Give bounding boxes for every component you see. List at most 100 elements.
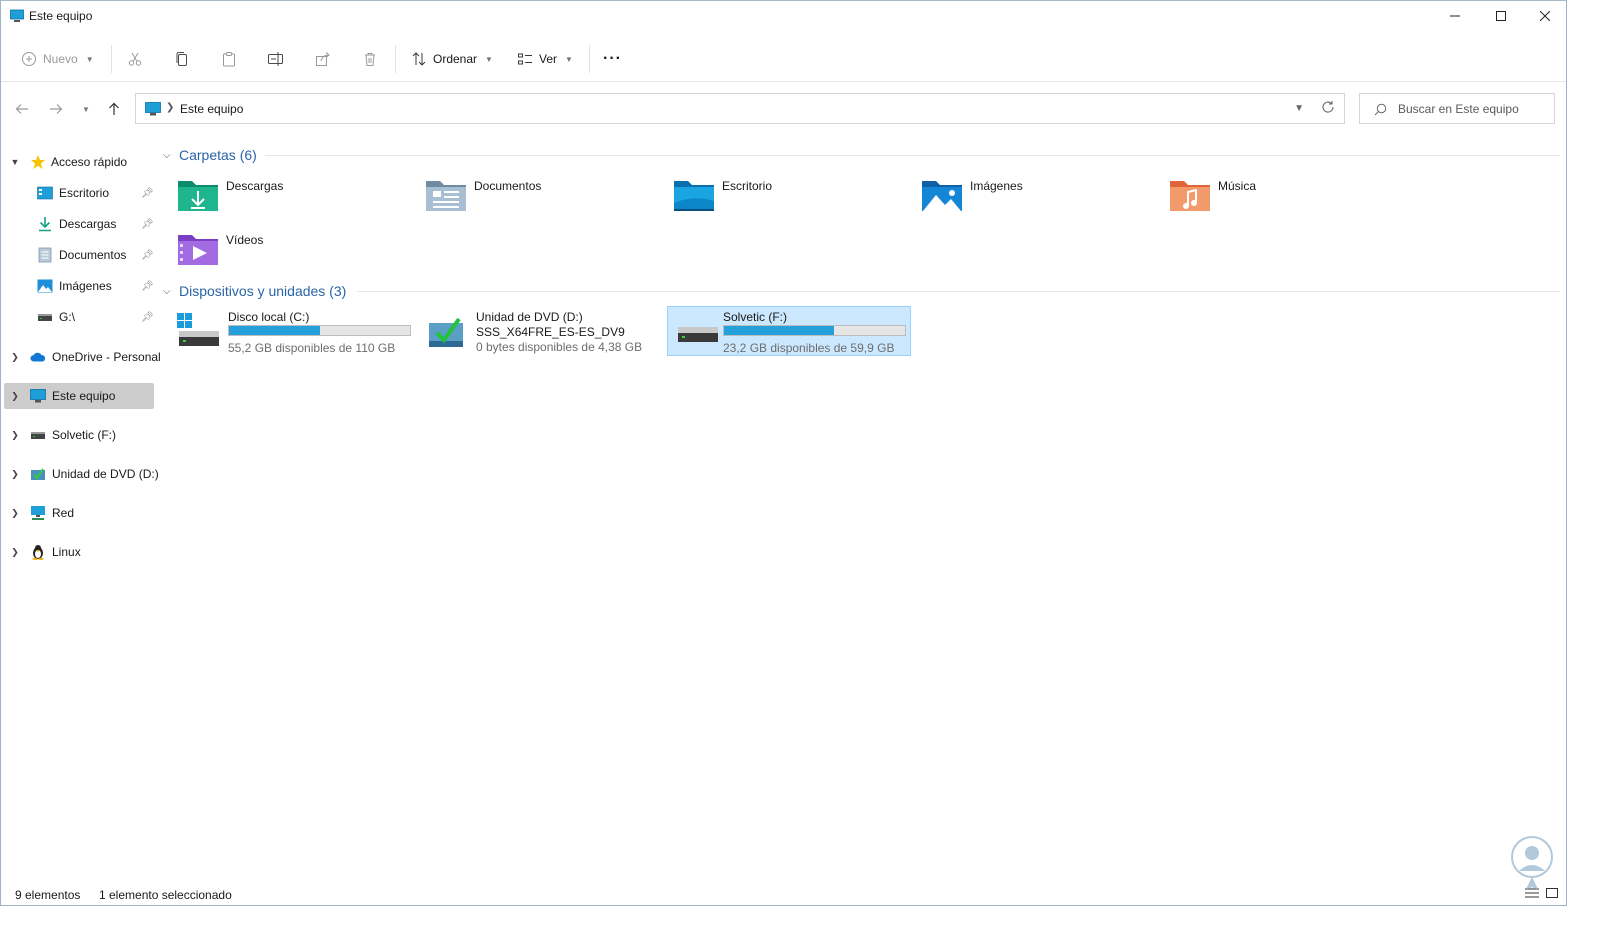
section-title: Dispositivos y unidades (3) [179,283,347,299]
folder-item-music[interactable]: Música [1169,177,1409,221]
expanded-chevron-icon[interactable]: ▼ [10,157,20,167]
sidebar-item-label: OneDrive - Personal [52,350,161,364]
folder-item-pictures[interactable]: Imágenes [921,177,1161,221]
refresh-icon [1322,101,1334,113]
drive-volume-label: SSS_X64FRE_ES-ES_DV9 [476,325,625,339]
collapsed-chevron-icon[interactable]: ❯ [10,391,20,402]
toolbar-separator [111,45,112,73]
folder-item-videos[interactable]: Vídeos [177,231,417,275]
drive-item-dvd[interactable]: Unidad de DVD (D:) SSS_X64FRE_ES-ES_DV9 … [417,307,661,357]
sidebar-item-this-pc[interactable]: ❯ Este equipo [4,383,154,409]
collapsed-chevron-icon[interactable]: ❯ [10,469,20,480]
pictures-folder-icon [922,181,962,211]
download-icon [37,216,53,232]
collapsed-chevron-icon[interactable]: ❯ [10,547,20,558]
section-divider [265,155,1560,156]
close-button[interactable] [1522,1,1568,31]
back-button[interactable] [13,99,31,119]
folder-item-desktop[interactable]: Escritorio [673,177,913,221]
downloads-folder-icon [178,181,218,211]
folder-item-downloads[interactable]: Descargas [177,177,417,221]
sidebar-item-solvetic-drive[interactable]: ❯ Solvetic (F:) [4,422,154,448]
breadcrumb-current[interactable]: Este equipo [180,102,243,116]
sidebar-item-label: Linux [52,545,81,559]
arrow-left-icon [15,104,28,114]
drive-free-space: 0 bytes disponibles de 4,38 GB [476,340,643,354]
picture-icon [37,278,53,294]
desktop-folder-icon [674,181,714,211]
window-title: Este equipo [29,9,93,23]
documents-folder-icon [426,181,466,211]
drive-name: Solvetic (F:) [723,310,788,324]
delete-button[interactable] [362,47,378,71]
folders-section-header[interactable]: ⌵ Carpetas (6) [163,145,257,165]
sidebar-item-label: G:\ [59,310,76,324]
windows-disk-icon [177,313,219,346]
scissors-icon [128,52,142,66]
sidebar-item-label: Documentos [59,248,127,262]
trash-icon [365,53,375,66]
search-icon [1374,103,1387,116]
collapsed-chevron-icon[interactable]: ❯ [10,352,20,363]
sidebar-item-label: Este equipo [52,389,116,403]
sidebar-item-onedrive[interactable]: ❯ OneDrive - Personal [4,344,161,370]
chevron-down-icon: ▼ [565,54,573,64]
refresh-button[interactable] [1321,100,1335,117]
drive-name: Disco local (C:) [228,310,310,324]
sort-button[interactable]: Ordenar ▼ [411,47,493,71]
search-input[interactable] [1398,99,1548,119]
file-explorer-window: Este equipo Nuevo ▼ Ordenar ▼ Ver ▼ ··· … [0,0,1567,906]
sidebar-item-linux[interactable]: ❯ Linux [4,539,154,565]
recent-locations-button[interactable]: ▼ [77,99,95,119]
sidebar-item-label: Acceso rápido [51,155,128,169]
more-icon: ··· [603,50,622,67]
sidebar-item-label: Solvetic (F:) [52,428,117,442]
sidebar-item-label: Descargas [59,217,117,231]
collapsed-chevron-icon[interactable]: ❯ [10,430,20,441]
more-options-button[interactable]: ··· [603,47,622,71]
sort-label: Ordenar [433,52,478,66]
sidebar-item-network[interactable]: ❯ Red [4,500,154,526]
section-divider [357,291,1560,292]
dvd-disk-icon [429,317,463,347]
sidebar-item-quick-access[interactable]: ▼ Acceso rápido [4,149,154,175]
cut-button[interactable] [127,47,143,71]
chevron-down-icon: ▼ [82,104,90,114]
address-history-dropdown[interactable]: ▼ [1294,103,1304,114]
up-button[interactable] [105,99,123,119]
forward-button[interactable] [47,99,65,119]
sidebar-item-dvd-drive[interactable]: ❯ Unidad de DVD (D:) [4,461,159,487]
address-bar[interactable]: ❯ Este equipo ▼ [135,93,1345,124]
collapsed-chevron-icon[interactable]: ❯ [10,508,20,519]
section-collapse-chevron-icon[interactable]: ⌵ [163,286,177,297]
view-button[interactable]: Ver ▼ [517,47,573,71]
pin-icon: 📌︎ [141,280,154,292]
drive-item-f[interactable]: Solvetic (F:) 23,2 GB disponibles de 59,… [667,306,911,356]
copy-button[interactable] [174,47,190,71]
sidebar-item-documents[interactable]: Documentos 📌︎ [4,242,154,268]
folder-item-documents[interactable]: Documentos [425,177,665,221]
rename-button[interactable] [267,47,285,71]
copy-icon [176,52,187,66]
arrow-up-icon [109,102,119,115]
paste-button[interactable] [221,47,237,71]
folder-name: Imágenes [970,179,1023,193]
devices-section-header[interactable]: ⌵ Dispositivos y unidades (3) [163,281,346,301]
maximize-button[interactable] [1478,1,1524,31]
sidebar-item-pictures[interactable]: Imágenes 📌︎ [4,273,154,299]
sidebar-item-desktop[interactable]: Escritorio 📌︎ [4,180,154,206]
drive-item-c[interactable]: Disco local (C:) 55,2 GB disponibles de … [169,307,413,357]
sidebar-item-downloads[interactable]: Descargas 📌︎ [4,211,154,237]
minimize-button[interactable] [1432,1,1478,31]
new-button[interactable]: Nuevo ▼ [21,47,94,71]
dvd-drive-icon [30,466,46,482]
folder-name: Música [1218,179,1257,193]
toolbar-separator [395,45,396,73]
section-collapse-chevron-icon[interactable]: ⌵ [163,150,177,161]
sidebar-item-g-drive[interactable]: G:\ 📌︎ [4,304,154,330]
drive-usage-bar [723,325,906,336]
share-button[interactable] [315,47,331,71]
sidebar-item-label: Red [52,506,75,520]
search-box[interactable] [1359,93,1555,124]
arrow-right-icon [50,104,63,114]
